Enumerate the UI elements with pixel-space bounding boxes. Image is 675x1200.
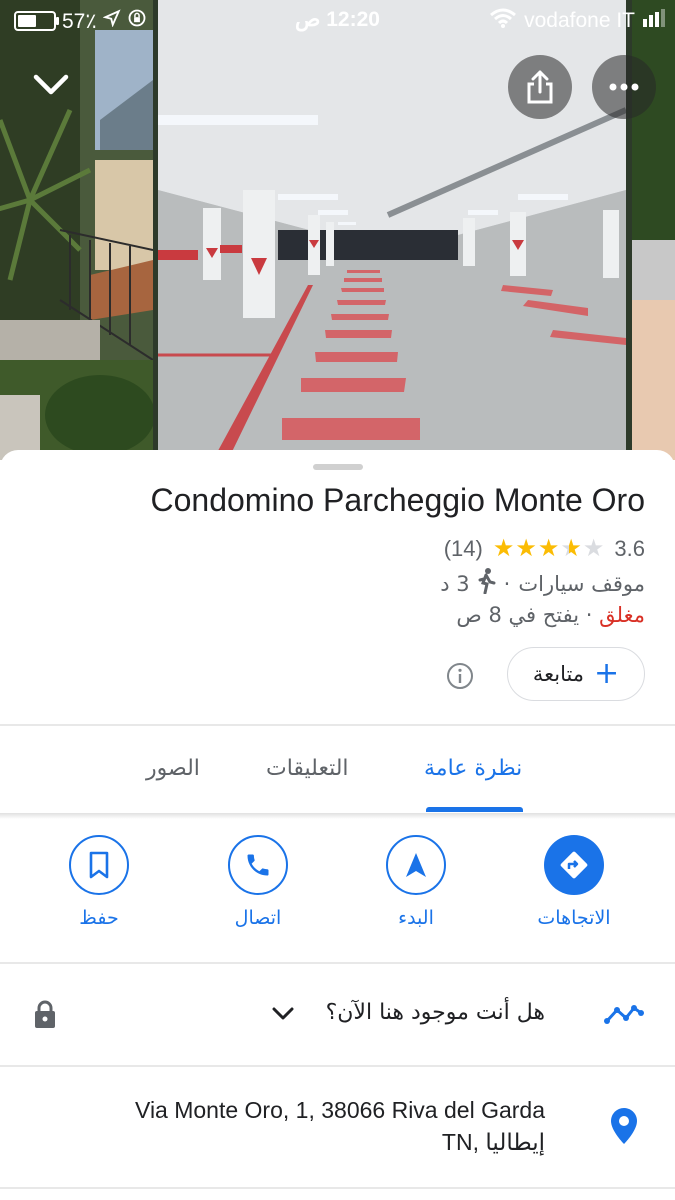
opening-time: · يفتح في 8 ص: [456, 603, 593, 627]
more-options-button[interactable]: [592, 55, 656, 119]
divider: [0, 1187, 675, 1189]
navigation-icon: [406, 853, 426, 877]
rating-value: 3.6: [614, 535, 645, 561]
are-you-here-row[interactable]: هل أنت موجود هنا الآن؟: [0, 965, 675, 1065]
rating-row[interactable]: (14) ★ ★ ★ ★ ★ 3.6: [444, 534, 645, 563]
tab-overview[interactable]: نظرة عامة: [424, 756, 522, 781]
chevron-down-icon: [33, 74, 69, 95]
save-label: حفظ: [79, 907, 119, 929]
start-label: البدء: [398, 907, 434, 929]
walk-icon: [478, 568, 496, 599]
meta-row: موقف سيارات · 3 د: [440, 568, 645, 599]
photo-carousel[interactable]: [0, 0, 675, 460]
status-closed: مغلق: [599, 603, 645, 627]
tab-photos[interactable]: الصور: [146, 756, 200, 781]
location-pin-icon: [611, 1108, 637, 1144]
info-icon: [447, 663, 473, 689]
star-icon: ★: [537, 535, 560, 562]
wifi-icon: [490, 8, 517, 34]
directions-icon: [560, 851, 588, 879]
star-icon: ★: [515, 535, 537, 562]
tab-bar: نظرة عامة التعليقات الصور: [0, 728, 675, 814]
address-line-1: Via Monte Oro, 1, 38066 Riva del Garda: [135, 1097, 545, 1123]
divider: [0, 724, 675, 726]
more-horizontal-icon: [609, 83, 639, 91]
call-label: اتصال: [234, 907, 282, 929]
chevron-down-icon: [272, 1007, 294, 1020]
tab-shadow: [0, 813, 675, 819]
meta-separator: ·: [503, 571, 511, 596]
are-you-here-text: هل أنت موجود هنا الآن؟: [325, 1000, 545, 1025]
signal-icon: [643, 9, 665, 33]
bookmark-icon: [89, 851, 109, 879]
plus-icon: +: [594, 656, 620, 691]
walk-time: 3 د: [440, 571, 470, 596]
status-bar: 57٪ 12:20 ص vodafone IT: [0, 0, 675, 40]
address-line-2: TN, إيطاليا: [441, 1129, 545, 1155]
lock-icon: [35, 1000, 55, 1028]
start-button[interactable]: البدء: [351, 835, 481, 929]
place-category: موقف سيارات: [518, 571, 645, 596]
address-row[interactable]: Via Monte Oro, 1, 38066 Riva del Garda T…: [0, 1067, 675, 1187]
follow-button[interactable]: + متابعة: [507, 647, 645, 701]
call-button[interactable]: اتصال: [193, 835, 323, 929]
tab-reviews[interactable]: التعليقات: [266, 756, 349, 781]
sheet-drag-handle[interactable]: [313, 464, 363, 470]
share-button[interactable]: [508, 55, 572, 119]
share-icon: [527, 70, 553, 104]
hours-row[interactable]: مغلق · يفتح في 8 ص: [456, 603, 645, 627]
star-icon: ★: [560, 535, 582, 562]
carrier-name: vodafone IT: [524, 9, 635, 32]
directions-label: الاتجاهات: [537, 907, 611, 929]
star-icon: ★: [492, 535, 515, 562]
collapse-button[interactable]: [26, 60, 76, 110]
review-count: (14): [443, 535, 483, 561]
phone-icon: [247, 854, 269, 876]
place-name: Condomino Parcheggio Monte Oro: [150, 482, 646, 518]
place-sheet: Condomino Parcheggio Monte Oro (14) ★ ★ ★ ★…: [0, 450, 675, 1200]
info-button[interactable]: [446, 662, 474, 694]
follow-label: متابعة: [532, 662, 585, 686]
garden-photo[interactable]: [0, 0, 153, 460]
star-rating: ★ ★ ★ ★ ★: [493, 534, 605, 563]
directions-button[interactable]: الاتجاهات: [509, 835, 639, 929]
trend-icon: [604, 1005, 644, 1024]
star-icon: ★: [582, 535, 605, 562]
save-button[interactable]: حفظ: [34, 835, 164, 929]
divider: [0, 962, 675, 964]
active-tab-indicator: [426, 807, 523, 812]
